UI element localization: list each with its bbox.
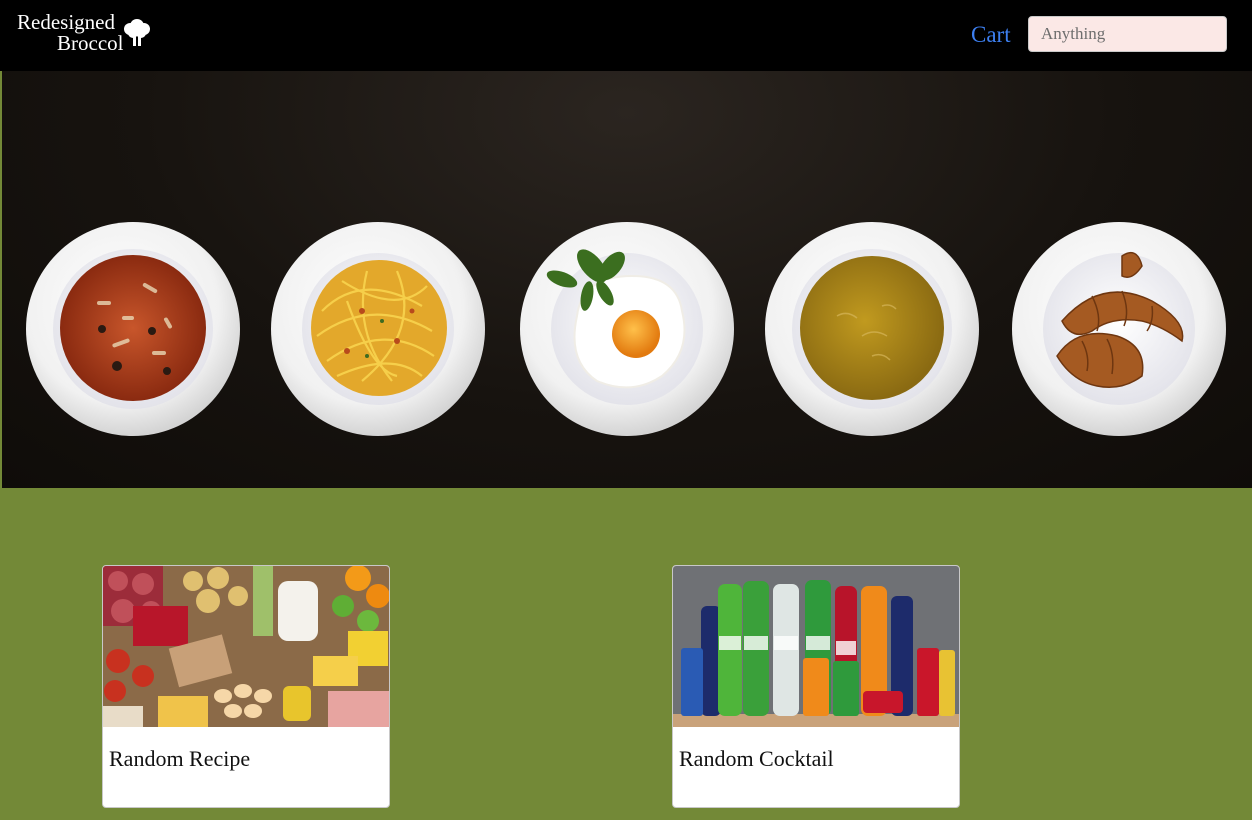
croissant-plate-image xyxy=(1012,222,1226,436)
search-input[interactable] xyxy=(1028,16,1227,52)
brand-line-1: Redesigned xyxy=(17,10,115,34)
navbar: Redesigned Broccol Cart xyxy=(0,0,1252,71)
soup-plate-image xyxy=(26,222,240,436)
brand-logo-link[interactable]: Redesigned Broccol xyxy=(17,12,157,56)
recipe-groceries-image xyxy=(103,566,389,727)
cart-link[interactable]: Cart xyxy=(971,22,1011,48)
hero-banner xyxy=(2,71,1252,488)
broccoli-icon xyxy=(124,19,150,46)
cream-soup-plate-image xyxy=(765,222,979,436)
random-recipe-card[interactable]: Random Recipe xyxy=(102,565,390,808)
card-title: Random Recipe xyxy=(109,746,251,771)
egg-plate-image xyxy=(520,222,734,436)
card-title: Random Cocktail xyxy=(679,746,834,771)
spaghetti-plate-image xyxy=(271,222,485,436)
random-cocktail-card[interactable]: Random Cocktail xyxy=(672,565,960,808)
cocktail-bottles-image xyxy=(673,566,959,727)
brand-line-2: Broccol xyxy=(57,31,124,55)
hero-dishes-image xyxy=(26,222,1226,436)
